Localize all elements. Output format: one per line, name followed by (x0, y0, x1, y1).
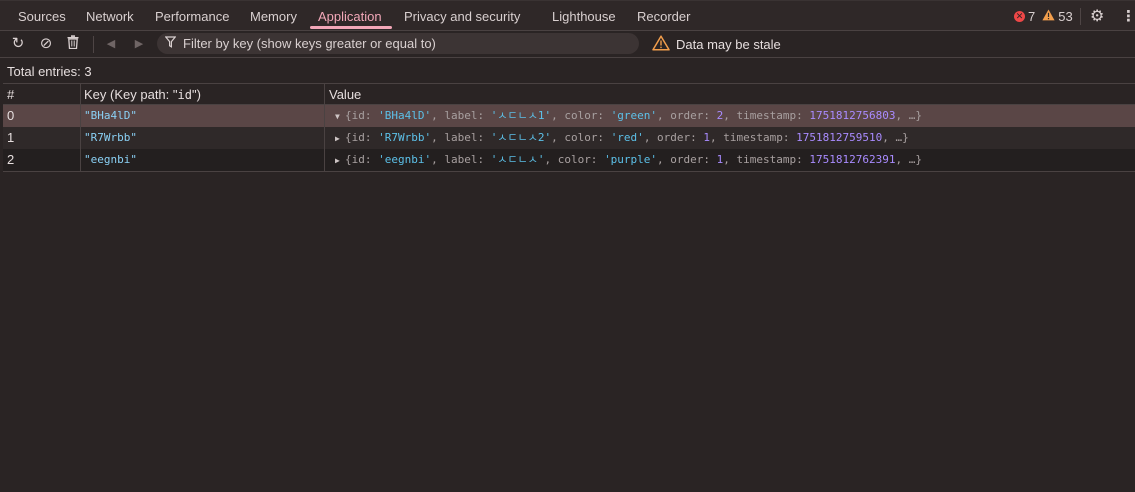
prev-page-icon: ◀ (106, 38, 116, 50)
table-row[interactable]: 1 "R7Wrbb" ▶ {id: 'R7Wrbb', label: 'ㅅㄷㄴㅅ2… (3, 127, 1135, 149)
col-key-header[interactable]: Key (Key path: "id") (84, 84, 201, 105)
table-row[interactable]: 2 "eegnbi" ▶ {id: 'eegnbi', label: 'ㅅㄷㄴㅅ'… (3, 149, 1135, 171)
col-index-header[interactable]: # (7, 84, 14, 105)
tab-sources[interactable]: Sources (18, 1, 66, 31)
value-id: 'eegnbi' (378, 153, 432, 166)
clear-button[interactable]: ⊘ (37, 35, 55, 53)
tab-lighthouse[interactable]: Lighthouse (552, 1, 616, 31)
row-index: 1 (7, 130, 15, 145)
clear-icon: ⊘ (39, 35, 53, 52)
data-table: # Key (Key path: "id") Value 0 "BHa4lD" … (3, 83, 1135, 172)
filter-input[interactable] (183, 33, 633, 54)
more-options-button[interactable]: ⋮ (1121, 1, 1135, 31)
tab-memory[interactable]: Memory (250, 1, 297, 31)
column-divider (324, 105, 325, 171)
value-timestamp: 1751812762391 (809, 153, 896, 166)
value-label: 'ㅅㄷㄴㅅ' (490, 153, 545, 166)
divider (93, 36, 94, 53)
table-header: # Key (Key path: "id") Value (3, 83, 1135, 105)
indexeddb-toolbar: ↻ ⊘ ◀ ▶ Data may be stale (0, 31, 1135, 58)
settings-button[interactable]: ⚙ (1090, 1, 1104, 31)
total-entries: Total entries: 3 (7, 64, 92, 79)
row-index: 0 (7, 108, 15, 123)
refresh-icon: ↻ (11, 35, 25, 52)
stale-warning: Data may be stale (652, 34, 781, 54)
row-value: ▼ {id: 'BHa4lD', label: 'ㅅㄷㄴㅅ1', color: '… (335, 105, 922, 127)
table-body: 0 "BHa4lD" ▼ {id: 'BHa4lD', label: 'ㅅㄷㄴㅅ1… (3, 105, 1135, 172)
expand-icon[interactable]: ▶ (335, 150, 345, 172)
value-color: 'purple' (604, 153, 658, 166)
value-label: 'ㅅㄷㄴㅅ2' (490, 131, 552, 144)
column-divider[interactable] (80, 84, 81, 105)
error-icon: ✕ (1014, 10, 1025, 22)
col-value-header[interactable]: Value (329, 84, 361, 105)
filter-icon (164, 36, 177, 51)
value-id: 'BHa4lD' (378, 109, 432, 122)
value-timestamp: 1751812759510 (796, 131, 883, 144)
tab-recorder[interactable]: Recorder (637, 1, 690, 31)
expand-icon[interactable]: ▶ (335, 128, 345, 150)
trash-icon (67, 35, 79, 53)
active-tab-indicator (310, 26, 392, 29)
warning-icon (652, 34, 670, 54)
table-bottom-border (3, 171, 1135, 172)
value-id: 'R7Wrbb' (378, 131, 432, 144)
panel-tabbar: Sources Network Performance Memory Appli… (0, 0, 1135, 31)
value-color: 'red' (610, 131, 644, 144)
col-key-prefix: Key (Key path: " (84, 87, 178, 102)
value-label: 'ㅅㄷㄴㅅ1' (490, 109, 552, 122)
refresh-button[interactable]: ↻ (9, 35, 27, 53)
stale-text: Data may be stale (676, 36, 781, 52)
table-row[interactable]: 0 "BHa4lD" ▼ {id: 'BHa4lD', label: 'ㅅㄷㄴㅅ1… (3, 105, 1135, 127)
next-page-icon: ▶ (134, 38, 144, 50)
issues-counter[interactable]: ✕ 7 53 (1014, 1, 1073, 31)
next-page-button[interactable]: ▶ (130, 35, 148, 53)
tab-privacy-and-security[interactable]: Privacy and security (404, 1, 520, 31)
value-timestamp: 1751812756803 (809, 109, 896, 122)
tab-performance[interactable]: Performance (155, 1, 229, 31)
row-key: "eegnbi" (84, 153, 137, 166)
row-value: ▶ {id: 'R7Wrbb', label: 'ㅅㄷㄴㅅ2', color: '… (335, 127, 909, 149)
warning-count: 53 (1058, 8, 1073, 24)
tab-network[interactable]: Network (86, 1, 134, 31)
more-icon: ⋮ (1121, 8, 1135, 25)
row-key: "BHa4lD" (84, 109, 137, 122)
warning-icon (1042, 9, 1055, 24)
column-divider[interactable] (324, 84, 325, 105)
col-key-suffix: ") (191, 87, 201, 102)
filter-box (157, 33, 639, 54)
delete-selected-button[interactable] (64, 35, 82, 53)
row-key: "R7Wrbb" (84, 131, 137, 144)
row-index: 2 (7, 152, 15, 167)
collapse-icon[interactable]: ▼ (335, 106, 345, 128)
divider (1080, 8, 1081, 25)
prev-page-button[interactable]: ◀ (102, 35, 120, 53)
devtools-window: Sources Network Performance Memory Appli… (0, 0, 1135, 492)
gear-icon: ⚙ (1090, 8, 1105, 25)
column-divider (80, 105, 81, 171)
row-value: ▶ {id: 'eegnbi', label: 'ㅅㄷㄴㅅ', color: 'p… (335, 149, 922, 171)
col-key-path: id (177, 88, 192, 102)
error-count: 7 (1028, 8, 1036, 24)
value-color: 'green' (610, 109, 658, 122)
